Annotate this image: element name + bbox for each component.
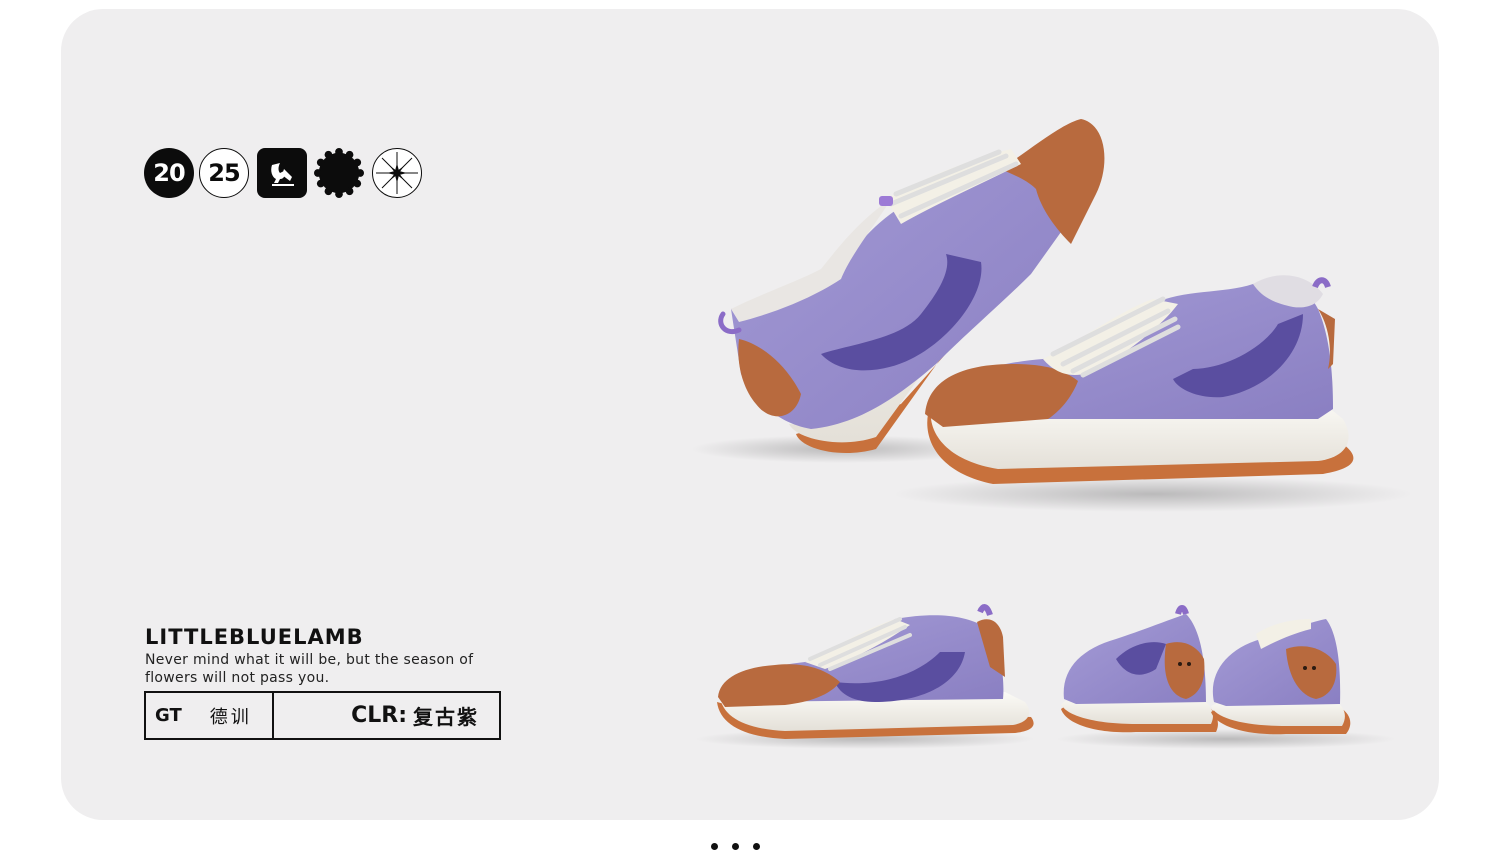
color-value: 复古紫: [413, 705, 479, 729]
pager-dot[interactable]: [711, 843, 718, 850]
color-label: CLR:: [351, 703, 407, 728]
carousel-pager[interactable]: [711, 843, 760, 850]
product-info-box: GT 德训 CLR: 复古紫: [144, 691, 501, 740]
brand-tagline: Never mind what it will be, but the seas…: [145, 652, 474, 686]
color-cell: CLR: 复古紫: [274, 693, 499, 738]
pager-dot[interactable]: [753, 843, 760, 850]
product-card: 20 25 littlebluelamb Never mind what it …: [61, 9, 1439, 820]
series-name: 德训: [209, 706, 252, 728]
series-cell: GT 德训: [146, 693, 274, 738]
side-view-shoe: [695, 604, 1035, 749]
brand-name: LittleBlueLamb: [145, 617, 364, 652]
pager-dot[interactable]: [732, 843, 739, 850]
series-code: GT: [155, 705, 182, 726]
back-view-shoes: [1056, 605, 1396, 749]
